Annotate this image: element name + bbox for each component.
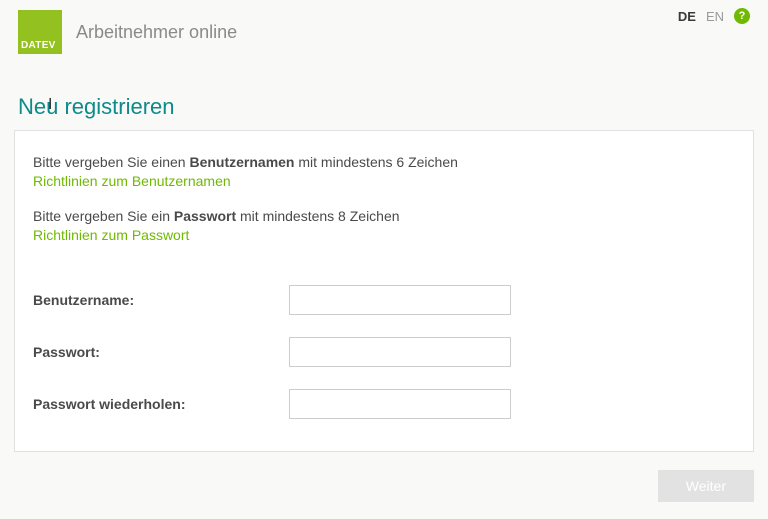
datev-logo: DATEV (18, 10, 62, 54)
password-input[interactable] (289, 337, 511, 367)
instr-text: Bitte vergeben Sie einen (33, 154, 189, 170)
lang-help-group: DE EN ? (678, 8, 750, 24)
instr-text: mit mindestens 8 Zeichen (236, 208, 399, 224)
form-area: Benutzername: Passwort: Passwort wiederh… (33, 285, 735, 419)
password-repeat-row: Passwort wiederholen: (33, 389, 735, 419)
password-row: Passwort: (33, 337, 735, 367)
lang-de[interactable]: DE (678, 9, 696, 24)
password-repeat-label: Passwort wiederholen: (33, 396, 289, 412)
username-label: Benutzername: (33, 292, 289, 308)
instr-text: mit mindestens 6 Zeichen (294, 154, 457, 170)
footer: Weiter (0, 452, 768, 502)
username-guidelines-link[interactable]: Richtlinien zum Benutzernamen (33, 173, 735, 189)
instr-bold: Passwort (174, 208, 236, 224)
password-instruction: Bitte vergeben Sie ein Passwort mit mind… (33, 207, 735, 225)
password-repeat-input[interactable] (289, 389, 511, 419)
username-input[interactable] (289, 285, 511, 315)
instr-text: Bitte vergeben Sie ein (33, 208, 174, 224)
help-icon[interactable]: ? (734, 8, 750, 24)
app-header: DATEV Arbeitnehmer online DE EN ? (0, 0, 768, 62)
registration-panel: Bitte vergeben Sie einen Benutzernamen m… (14, 130, 754, 452)
page-title-text: Neu registrieren (18, 94, 175, 119)
next-button[interactable]: Weiter (658, 470, 754, 502)
lang-en[interactable]: EN (706, 9, 724, 24)
app-title: Arbeitnehmer online (76, 22, 237, 43)
password-guidelines-link[interactable]: Richtlinien zum Passwort (33, 227, 735, 243)
instr-bold: Benutzernamen (189, 154, 294, 170)
page-title: Neu registrieren I (18, 94, 750, 120)
username-instruction: Bitte vergeben Sie einen Benutzernamen m… (33, 153, 735, 171)
logo-text: DATEV (21, 40, 56, 51)
username-row: Benutzername: (33, 285, 735, 315)
password-label: Passwort: (33, 344, 289, 360)
